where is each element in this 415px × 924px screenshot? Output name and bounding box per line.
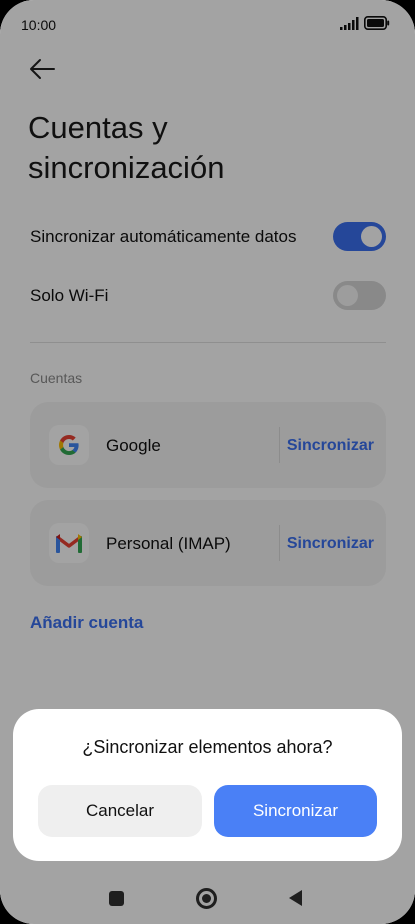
home-circle-icon[interactable]	[196, 888, 217, 909]
recents-square-icon[interactable]	[109, 891, 124, 906]
sync-dialog: ¿Sincronizar elementos ahora? Cancelar S…	[13, 709, 402, 861]
back-triangle-icon[interactable]	[289, 890, 302, 906]
confirm-sync-button[interactable]: Sincronizar	[214, 785, 377, 837]
navigation-bar	[0, 868, 415, 924]
phone-screen: 10:00 Cuentas y sincronización Sincroniz…	[0, 0, 415, 924]
cancel-button[interactable]: Cancelar	[38, 785, 202, 837]
dialog-question: ¿Sincronizar elementos ahora?	[82, 737, 333, 757]
